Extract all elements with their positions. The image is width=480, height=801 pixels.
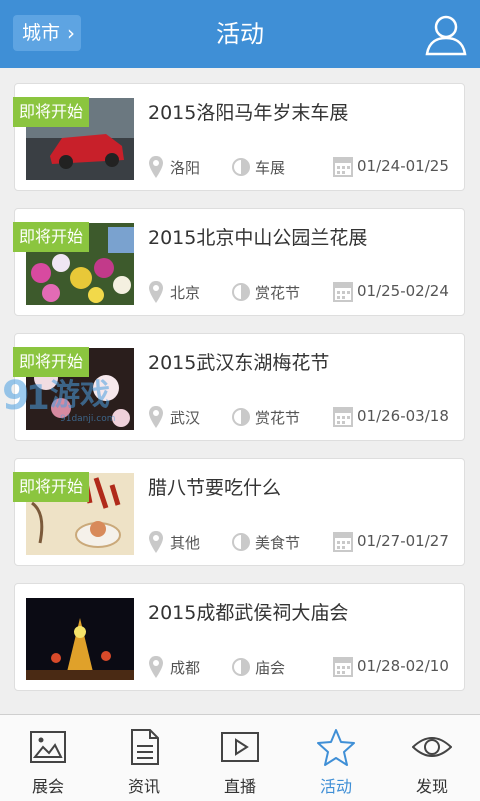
tab-label: 活动 [319, 777, 352, 796]
event-card[interactable]: 即将开始 腊八节要吃什么 其他 美食节 01/27-01/27 [13, 458, 465, 566]
event-card[interactable]: 即将开始 2015洛阳马年岁末车展 洛阳 车展 01/24-01/25 [13, 83, 465, 191]
tab-label: 直播 [223, 777, 256, 796]
event-title: 2015洛阳马年岁末车展 [148, 102, 349, 124]
page-title: 活动 [216, 20, 264, 48]
bottom-tab-bar: 展会 资讯 直播 活动 发现 [0, 714, 480, 801]
status-badge: 即将开始 [13, 97, 90, 127]
calendar-icon [333, 657, 353, 677]
calendar-icon [333, 282, 353, 302]
star-icon [317, 729, 355, 766]
watermark-logo: 9 1 游戏 91danji.com [2, 373, 115, 424]
tab-discover[interactable]: 发现 [384, 715, 480, 801]
location-pin-icon [149, 281, 163, 303]
location-pin-icon [149, 406, 163, 428]
event-card[interactable]: 即将开始 2015北京中山公园兰花展 北京 赏花节 01/25-02/24 [13, 208, 465, 316]
tab-events[interactable]: 活动 [288, 715, 384, 801]
user-icon[interactable] [422, 10, 470, 58]
event-thumbnail [26, 598, 134, 680]
app-header: 城市 › 活动 [0, 0, 480, 68]
tab-live[interactable]: 直播 [192, 715, 288, 801]
svg-text:游戏: 游戏 [50, 378, 110, 413]
tab-news[interactable]: 资讯 [96, 715, 192, 801]
location-pin-icon [149, 531, 163, 553]
tab-label: 资讯 [127, 777, 160, 796]
location-pin-icon [149, 656, 163, 678]
event-title: 2015武汉东湖梅花节 [148, 352, 330, 374]
tab-exhibition[interactable]: 展会 [0, 715, 96, 801]
category-tag-icon [232, 658, 250, 676]
category-tag-icon [232, 408, 250, 426]
picture-icon [30, 731, 66, 763]
document-icon [131, 729, 159, 765]
event-card[interactable]: 2015成都武侯祠大庙会 成都 庙会 01/28-02/10 [14, 583, 465, 691]
status-badge: 即将开始 [13, 472, 90, 502]
play-icon [221, 732, 259, 762]
category-tag-icon [232, 283, 250, 301]
tab-label: 展会 [31, 777, 64, 796]
event-title: 腊八节要吃什么 [148, 477, 282, 499]
event-title: 2015北京中山公园兰花展 [148, 227, 368, 249]
tab-label: 发现 [415, 777, 448, 796]
calendar-icon [333, 407, 353, 427]
calendar-icon [333, 532, 353, 552]
category-tag-icon [232, 533, 250, 551]
event-title: 2015成都武侯祠大庙会 [148, 602, 349, 624]
status-badge: 即将开始 [13, 222, 90, 252]
calendar-icon [333, 157, 353, 177]
location-pin-icon [149, 156, 163, 178]
category-tag-icon [232, 158, 250, 176]
eye-icon [412, 737, 452, 757]
svg-text:1: 1 [26, 378, 50, 418]
svg-text:91danji.com: 91danji.com [60, 414, 115, 424]
